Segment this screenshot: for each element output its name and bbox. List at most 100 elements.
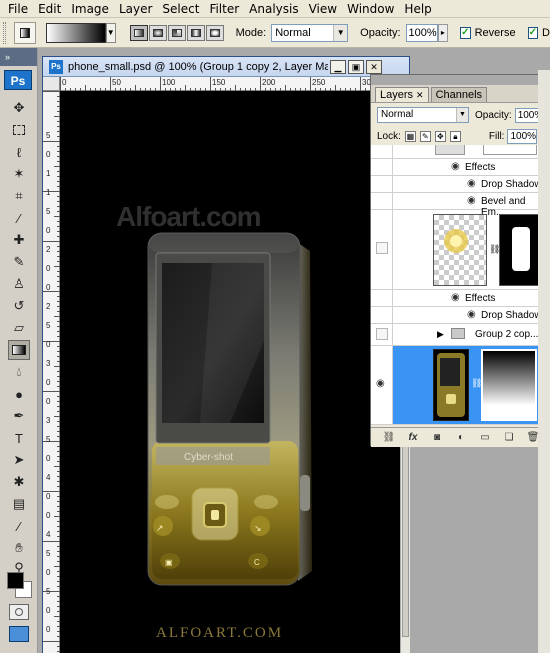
- notes-tool-icon[interactable]: ▤: [8, 494, 30, 514]
- brush-tool-icon[interactable]: ✎: [8, 252, 30, 272]
- effect-drop-shadow-row-2[interactable]: ◉ Drop Shadow: [371, 307, 543, 324]
- fill-input[interactable]: 100%: [507, 129, 538, 144]
- gradient-picker-arrow[interactable]: ▼: [105, 22, 116, 43]
- magic-wand-tool-icon[interactable]: ✶: [8, 164, 30, 184]
- menu-filter[interactable]: Filter: [205, 2, 245, 16]
- tab-channels[interactable]: Channels: [430, 87, 488, 102]
- effect-drop-shadow-row[interactable]: ◉ Drop Shadow: [371, 176, 543, 193]
- link-layers-icon[interactable]: ⛓: [381, 432, 397, 443]
- layer-mask-thumbnail[interactable]: [499, 214, 539, 286]
- options-grip[interactable]: [3, 21, 6, 44]
- add-mask-icon[interactable]: ◙: [429, 432, 445, 443]
- menu-select[interactable]: Select: [158, 2, 205, 16]
- visibility-toggle[interactable]: [376, 328, 388, 340]
- layer-row-glow[interactable]: ⛓: [371, 210, 543, 290]
- visibility-toggle[interactable]: [376, 242, 388, 254]
- healing-brush-tool-icon[interactable]: ✚: [8, 230, 30, 250]
- blur-tool-icon[interactable]: 💧︎: [8, 362, 30, 382]
- layer-thumbnail[interactable]: [433, 349, 469, 421]
- close-icon[interactable]: ✕: [416, 90, 424, 100]
- fx-icon[interactable]: fx: [405, 432, 421, 443]
- ruler-origin[interactable]: [43, 77, 60, 91]
- effects-row-2[interactable]: ◉ Effects: [371, 290, 543, 307]
- menu-analysis[interactable]: Analysis: [245, 2, 304, 16]
- lock-transparency-icon[interactable]: ▦: [404, 131, 416, 142]
- menu-help[interactable]: Help: [400, 2, 437, 16]
- effects-row[interactable]: ◉ Effects: [371, 159, 543, 176]
- menu-edit[interactable]: Edit: [34, 2, 67, 16]
- layer-mask-thumbnail[interactable]: [481, 349, 537, 421]
- photoshop-logo[interactable]: Ps: [4, 70, 32, 90]
- close-button[interactable]: ✕: [366, 59, 382, 74]
- eye-icon[interactable]: ◉: [467, 309, 476, 320]
- blend-row: Normal ▼ Opacity: 100%: [371, 107, 550, 123]
- linear-gradient-button[interactable]: [129, 24, 148, 41]
- dodge-tool-icon[interactable]: ●: [8, 384, 30, 404]
- expand-triangle-icon[interactable]: ▶: [437, 329, 444, 340]
- menu-image[interactable]: Image: [67, 2, 115, 16]
- marquee-tool-icon[interactable]: [8, 120, 30, 140]
- gradient-tool-icon[interactable]: [8, 340, 30, 360]
- move-tool-icon[interactable]: ✥: [8, 98, 30, 118]
- lock-pixels-icon[interactable]: ✎: [419, 131, 431, 142]
- opacity-slider-arrow[interactable]: ▸: [437, 23, 449, 42]
- pen-tool-icon[interactable]: ✒: [8, 406, 30, 426]
- layer-row-selected[interactable]: ◉ ⛓: [371, 346, 543, 425]
- lock-position-icon[interactable]: ✥: [434, 131, 446, 142]
- tool-preset-picker[interactable]: [13, 21, 37, 44]
- eyedropper-tool-icon[interactable]: ⁄: [8, 208, 30, 228]
- menu-window[interactable]: Window: [343, 2, 400, 16]
- angle-gradient-button[interactable]: [167, 24, 186, 41]
- eye-icon[interactable]: ◉: [451, 161, 460, 172]
- custom-shape-tool-icon[interactable]: ✱: [8, 472, 30, 492]
- eraser-tool-icon[interactable]: ▱: [8, 318, 30, 338]
- eye-icon[interactable]: ◉: [467, 195, 476, 206]
- vertical-ruler[interactable]: 5 0 1 1 5 0 2 0 0 2 5 0 3 0 0 3 5 0 4 0 0 4 5 0 5 0 0: [43, 91, 60, 653]
- crop-tool-icon[interactable]: ⌗: [8, 186, 30, 206]
- layer-row-partial[interactable]: [371, 145, 543, 159]
- minimize-button[interactable]: ▁: [330, 59, 346, 74]
- lock-all-icon[interactable]: 🔒︎: [449, 131, 461, 142]
- adjustment-layer-icon[interactable]: ◐: [453, 432, 469, 443]
- horizontal-ruler[interactable]: 0 50 100 150 200 250 300: [60, 77, 410, 91]
- new-group-icon[interactable]: ▭: [477, 432, 493, 443]
- dither-checkbox[interactable]: ✓: [527, 26, 539, 39]
- diamond-gradient-button[interactable]: [205, 24, 224, 41]
- chevron-down-icon: ▼: [333, 24, 348, 41]
- menu-file[interactable]: File: [4, 2, 34, 16]
- panel-grip[interactable]: [371, 75, 549, 85]
- radial-gradient-button[interactable]: [148, 24, 167, 41]
- path-selection-tool-icon[interactable]: ➤: [8, 450, 30, 470]
- layer-thumbnail[interactable]: [433, 214, 487, 286]
- clone-stamp-tool-icon[interactable]: ♙: [8, 274, 30, 294]
- reflected-gradient-button[interactable]: [186, 24, 205, 41]
- history-brush-tool-icon[interactable]: ↺: [8, 296, 30, 316]
- effect-bevel-row[interactable]: ◉ Bevel and Em...: [371, 193, 543, 218]
- eyedropper-sample-tool-icon[interactable]: ∕: [8, 516, 30, 536]
- foreground-color-swatch[interactable]: [7, 572, 24, 589]
- hand-tool-icon[interactable]: ✋︎: [8, 538, 30, 558]
- eye-icon[interactable]: ◉: [467, 178, 476, 189]
- lasso-tool-icon[interactable]: ℓ: [8, 142, 30, 162]
- blend-mode-select[interactable]: Normal ▼: [377, 107, 469, 123]
- quick-mask-button[interactable]: [9, 604, 29, 620]
- mode-select[interactable]: Normal ▼: [271, 23, 349, 42]
- eye-icon[interactable]: ◉: [451, 292, 460, 303]
- eye-icon[interactable]: ◉: [376, 378, 385, 389]
- type-tool-icon[interactable]: T: [8, 428, 30, 448]
- new-layer-icon[interactable]: ❏: [501, 432, 517, 443]
- gradient-picker[interactable]: [46, 22, 106, 43]
- tools-panel-header[interactable]: »: [0, 48, 37, 66]
- reverse-checkbox[interactable]: ✓: [460, 26, 471, 39]
- image-canvas[interactable]: Cyber-shot ↗ ↘ ▣ C Alfoart.com ALFOART.C…: [60, 91, 400, 653]
- opacity-input[interactable]: 100%: [405, 23, 438, 42]
- document-titlebar[interactable]: Ps phone_small.psd @ 100% (Group 1 copy …: [43, 57, 409, 77]
- menu-view[interactable]: View: [305, 2, 343, 16]
- menu-layer[interactable]: Layer: [115, 2, 158, 16]
- layer-row-group2[interactable]: ▶ Group 2 cop...: [371, 324, 543, 346]
- restore-button[interactable]: ▣: [348, 59, 364, 74]
- ruler-v-label: 0: [46, 511, 51, 520]
- mode-value: Normal: [275, 26, 311, 39]
- tab-layers[interactable]: Layers ✕: [375, 87, 429, 102]
- screen-mode-button[interactable]: [9, 626, 29, 642]
